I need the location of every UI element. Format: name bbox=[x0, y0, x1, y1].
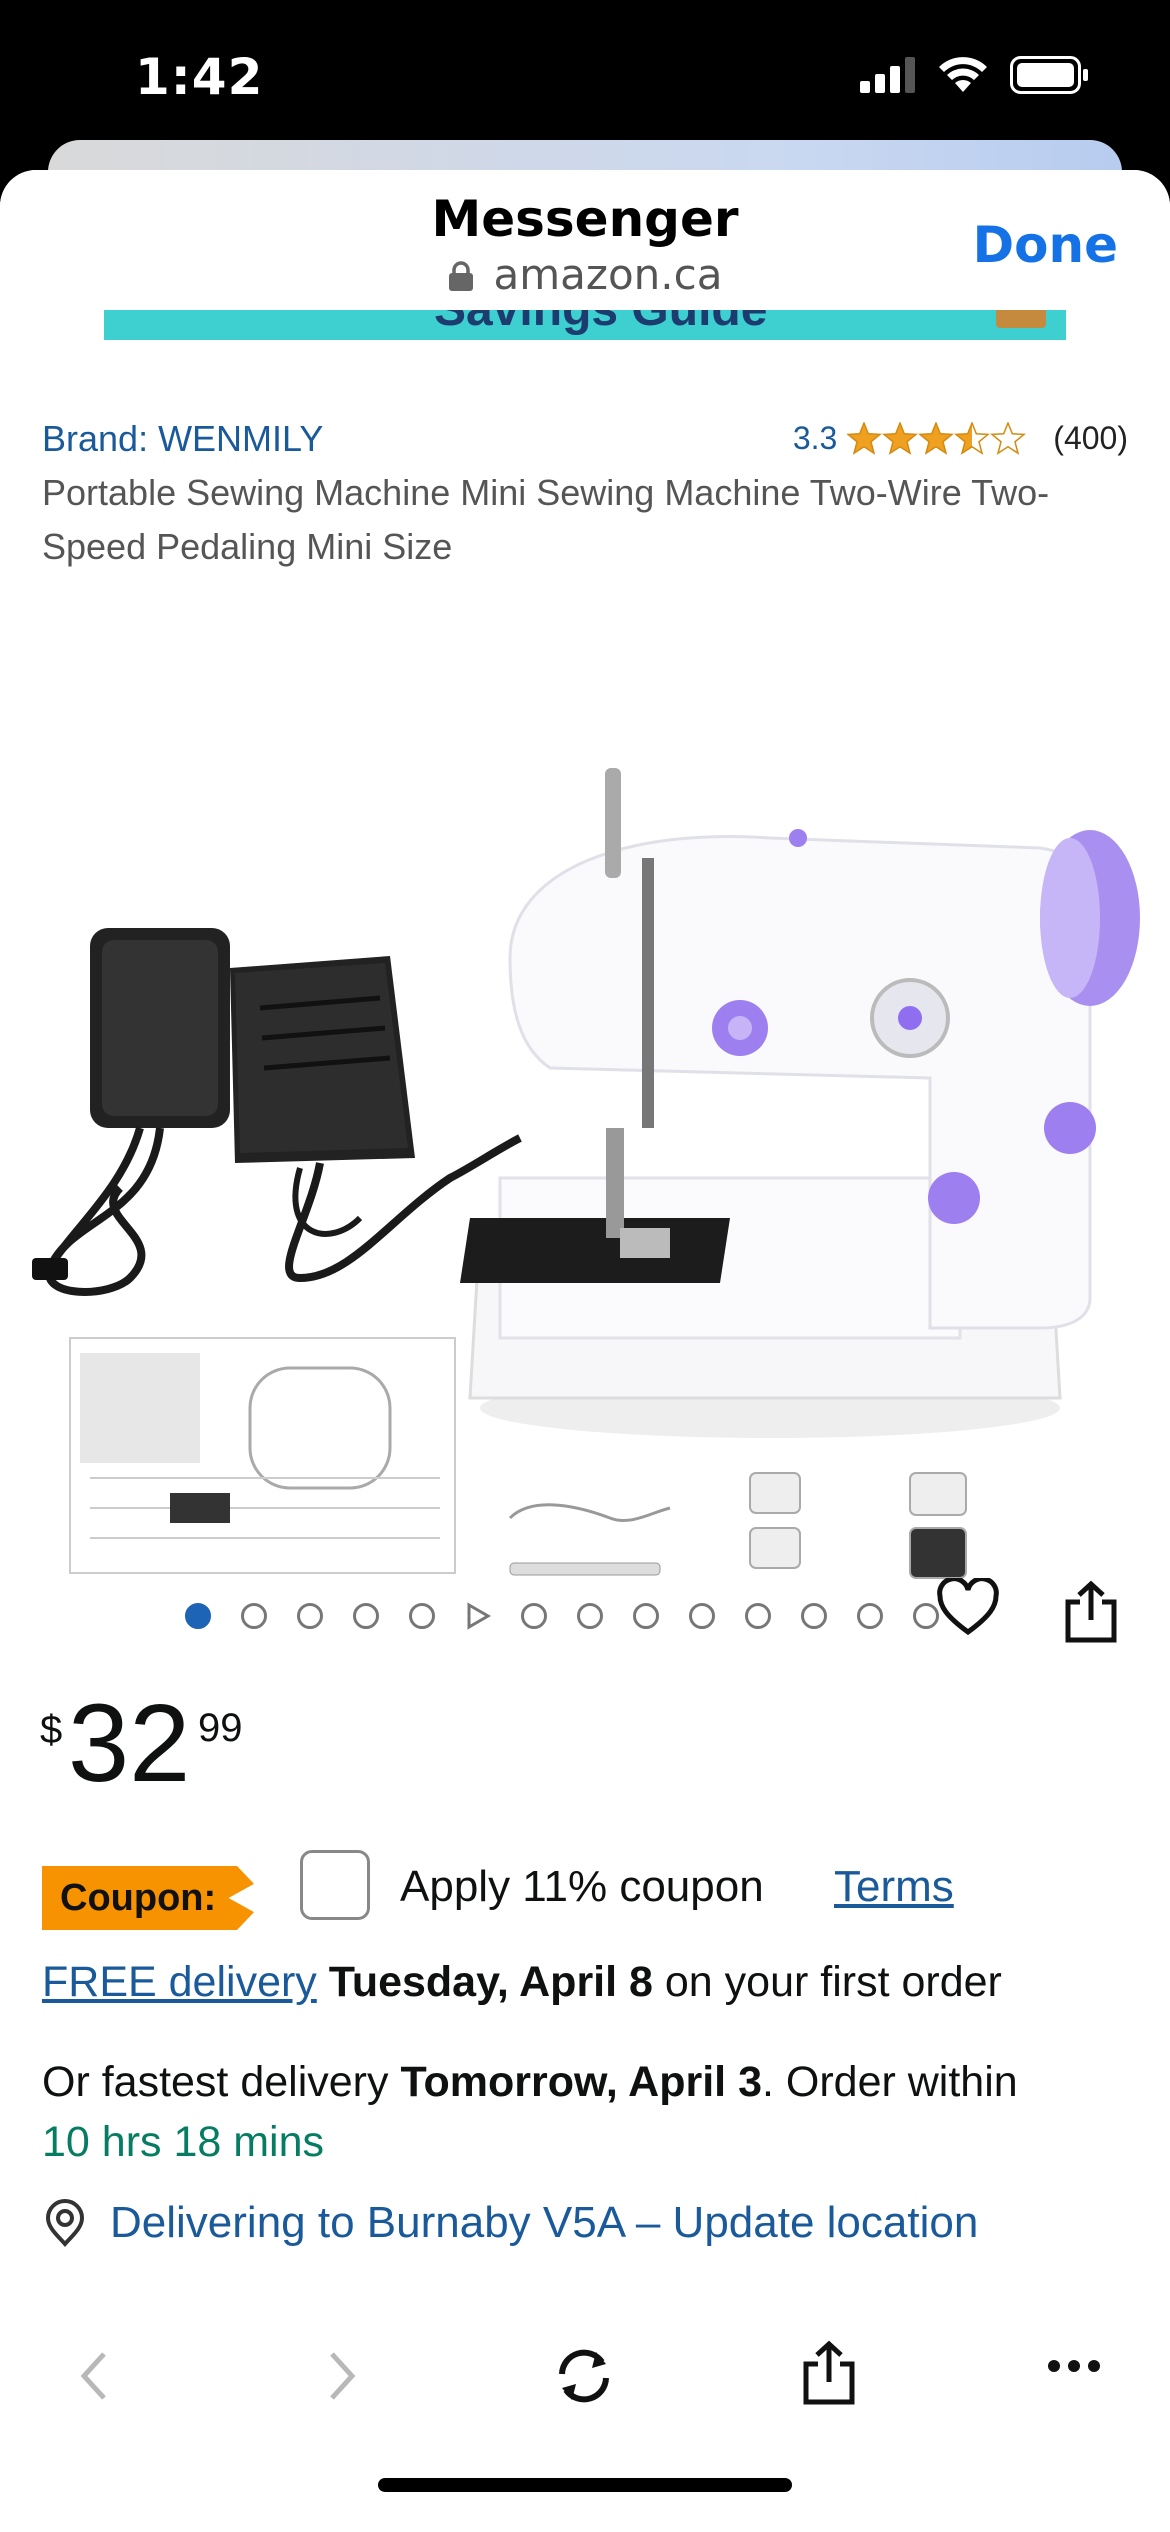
location-pin-icon bbox=[45, 2199, 85, 2248]
carousel-dot[interactable] bbox=[506, 1588, 562, 1644]
share-icon[interactable] bbox=[800, 2340, 858, 2406]
status-time: 1:42 bbox=[135, 48, 264, 106]
brand-link[interactable]: Brand: WENMILY bbox=[42, 418, 323, 460]
delivery-info: FREE delivery Tuesday, April 8 on your f… bbox=[42, 1958, 1002, 2007]
free-delivery-link[interactable]: FREE delivery bbox=[42, 1958, 317, 2006]
coupon-checkbox[interactable] bbox=[300, 1850, 370, 1920]
rating-summary[interactable]: 3.3 (400) bbox=[793, 420, 1128, 457]
carousel-dot[interactable] bbox=[226, 1588, 282, 1644]
status-bar: 1:42 bbox=[0, 0, 1170, 150]
browser-toolbar bbox=[0, 2306, 1170, 2456]
more-options-icon[interactable] bbox=[1046, 2356, 1102, 2376]
carousel-dot[interactable] bbox=[282, 1588, 338, 1644]
home-indicator bbox=[378, 2478, 792, 2492]
delivery-suffix: on your first order bbox=[664, 1958, 1002, 2006]
product-title: Portable Sewing Machine Mini Sewing Mach… bbox=[42, 472, 1050, 567]
url-text: amazon.ca bbox=[493, 250, 723, 299]
fastest-date: Tomorrow, April 3 bbox=[400, 2058, 762, 2106]
lock-icon bbox=[448, 261, 473, 291]
coupon-terms-link[interactable]: Terms bbox=[834, 1862, 954, 1912]
manual-sheet-image bbox=[69, 1337, 456, 1574]
coupon-label: Apply 11% coupon bbox=[400, 1862, 764, 1911]
fastest-mid: . Order within bbox=[762, 2058, 1018, 2106]
carousel-dot[interactable] bbox=[730, 1588, 786, 1644]
wishlist-heart-icon[interactable] bbox=[936, 1578, 1000, 1638]
wifi-icon bbox=[939, 57, 987, 92]
browser-header: Messenger amazon.ca Done bbox=[0, 170, 1170, 310]
forward-chevron-icon[interactable] bbox=[322, 2346, 362, 2406]
product-image[interactable] bbox=[30, 578, 1140, 1698]
sewing-machine-image bbox=[460, 768, 1140, 1438]
back-chevron-icon[interactable] bbox=[74, 2346, 114, 2406]
rating-value: 3.3 bbox=[792, 420, 838, 456]
star-rating-icon bbox=[847, 421, 1026, 454]
carousel-dot[interactable] bbox=[674, 1588, 730, 1644]
cellular-signal-icon bbox=[860, 57, 915, 93]
play-icon bbox=[467, 1602, 491, 1630]
carousel-dot[interactable] bbox=[618, 1588, 674, 1644]
carousel-dot[interactable] bbox=[786, 1588, 842, 1644]
image-carousel-dots[interactable] bbox=[170, 1588, 954, 1644]
delivery-countdown: 10 hrs 18 mins bbox=[42, 2118, 325, 2166]
price-currency: $ bbox=[40, 1708, 63, 1752]
done-button[interactable]: Done bbox=[973, 216, 1118, 274]
fastest-prefix: Or fastest delivery bbox=[42, 2058, 389, 2106]
delivery-location[interactable]: Delivering to Burnaby V5A – Update locat… bbox=[42, 2198, 978, 2248]
coupon-badge: Coupon: bbox=[42, 1866, 254, 1930]
carousel-dot[interactable] bbox=[170, 1588, 226, 1644]
carousel-dot[interactable] bbox=[842, 1588, 898, 1644]
power-adapter-image bbox=[32, 928, 230, 1296]
browser-sheet: Messenger amazon.ca Done Savings Guide B… bbox=[0, 170, 1170, 2532]
delivery-date: Tuesday, April 8 bbox=[328, 1958, 653, 2006]
reload-icon[interactable] bbox=[552, 2346, 616, 2406]
review-count: (400) bbox=[1053, 420, 1128, 456]
share-product-icon[interactable] bbox=[1062, 1580, 1120, 1644]
status-icons bbox=[860, 56, 1090, 94]
carousel-dot[interactable] bbox=[394, 1588, 450, 1644]
price-whole: 32 bbox=[68, 1682, 191, 1805]
battery-icon bbox=[1010, 56, 1088, 94]
carousel-video-dot[interactable] bbox=[450, 1588, 506, 1644]
price-cents: 99 bbox=[198, 1706, 243, 1750]
location-text: Delivering to Burnaby V5A – Update locat… bbox=[110, 2198, 979, 2247]
carousel-dot[interactable] bbox=[338, 1588, 394, 1644]
accessories-image bbox=[508, 1472, 967, 1579]
carousel-dot[interactable] bbox=[562, 1588, 618, 1644]
fastest-delivery-info: Or fastest delivery Tomorrow, April 3. O… bbox=[42, 2052, 1142, 2172]
